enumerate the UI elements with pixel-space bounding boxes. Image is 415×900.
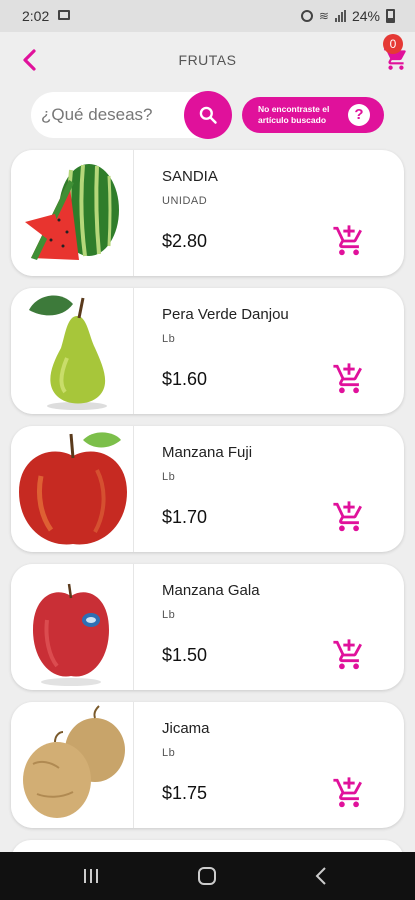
add-to-cart-button[interactable]	[331, 362, 367, 396]
add-to-cart-button[interactable]	[331, 500, 367, 534]
product-price: $1.50	[162, 645, 208, 665]
cart-plus-icon	[333, 501, 362, 532]
product-image	[11, 150, 134, 276]
product-name: SANDIA	[162, 168, 218, 185]
gala-apple-image	[33, 583, 109, 686]
status-bar: 2:02 ≋ 24%	[0, 0, 415, 32]
home-button[interactable]	[198, 867, 216, 885]
product-image	[11, 426, 134, 552]
product-name: Manzana Gala	[162, 582, 260, 599]
cart-plus-icon	[333, 225, 362, 256]
product-name: Pera Verde Danjou	[162, 306, 289, 323]
not-found-help-button[interactable]: No encontraste el artículo buscado ?	[242, 97, 384, 133]
product-image	[11, 564, 134, 690]
add-to-cart-button[interactable]	[331, 224, 367, 258]
product-price: $1.70	[162, 507, 208, 527]
search-input[interactable]	[41, 92, 181, 138]
watermelon-image	[25, 164, 119, 260]
product-unit: Lb	[162, 609, 176, 621]
image-notification-icon	[58, 10, 70, 20]
cart-plus-icon	[333, 639, 362, 670]
product-card[interactable]: Pera Verde Danjou Lb $1.60	[11, 288, 404, 414]
green-pear-image	[29, 295, 107, 410]
search-icon	[199, 106, 217, 124]
product-unit: Lb	[162, 747, 176, 759]
product-name: Jicama	[162, 720, 210, 737]
product-card[interactable]: Manzana Fuji Lb $1.70	[11, 426, 404, 552]
product-price: $1.60	[162, 369, 208, 389]
product-card[interactable]: Jicama Lb $1.75	[11, 702, 404, 828]
wifi-icon: ≋	[318, 9, 329, 23]
battery-percentage: 24%	[351, 8, 380, 24]
product-card[interactable]: Manzana Gala Lb $1.50	[11, 564, 404, 690]
cart-count-badge: 0	[383, 34, 403, 54]
product-image	[11, 288, 134, 414]
product-image	[11, 702, 134, 828]
cart-plus-icon	[333, 363, 362, 394]
app-header: FRUTAS 0	[0, 32, 415, 88]
product-name: Manzana Fuji	[162, 444, 253, 461]
product-card[interactable]: SANDIA UNIDAD $2.80	[11, 150, 404, 276]
recent-apps-button[interactable]	[84, 869, 98, 883]
product-price: $1.75	[162, 783, 208, 803]
product-unit: Lb	[162, 471, 176, 483]
battery-icon	[386, 9, 395, 23]
fuji-apple-image	[19, 432, 127, 545]
search-box	[31, 91, 232, 139]
add-to-cart-button[interactable]	[331, 638, 367, 672]
system-navigation-bar	[0, 852, 415, 900]
product-price: $2.80	[162, 231, 208, 251]
cart-plus-icon	[333, 777, 362, 808]
alarm-icon	[300, 10, 313, 22]
status-time: 2:02	[22, 8, 50, 24]
jicama-image	[23, 705, 125, 818]
system-back-button[interactable]	[315, 866, 327, 886]
question-icon: ?	[348, 104, 370, 126]
page-title: FRUTAS	[178, 52, 237, 68]
back-arrow-icon	[315, 867, 326, 885]
search-button[interactable]	[184, 91, 232, 139]
add-to-cart-button[interactable]	[331, 776, 367, 810]
product-unit: Lb	[162, 333, 176, 345]
product-unit: UNIDAD	[162, 195, 208, 207]
not-found-help-label: No encontraste el artículo buscado	[258, 104, 330, 125]
status-icons: ≋ 24%	[300, 8, 395, 24]
signal-icon	[334, 10, 346, 22]
